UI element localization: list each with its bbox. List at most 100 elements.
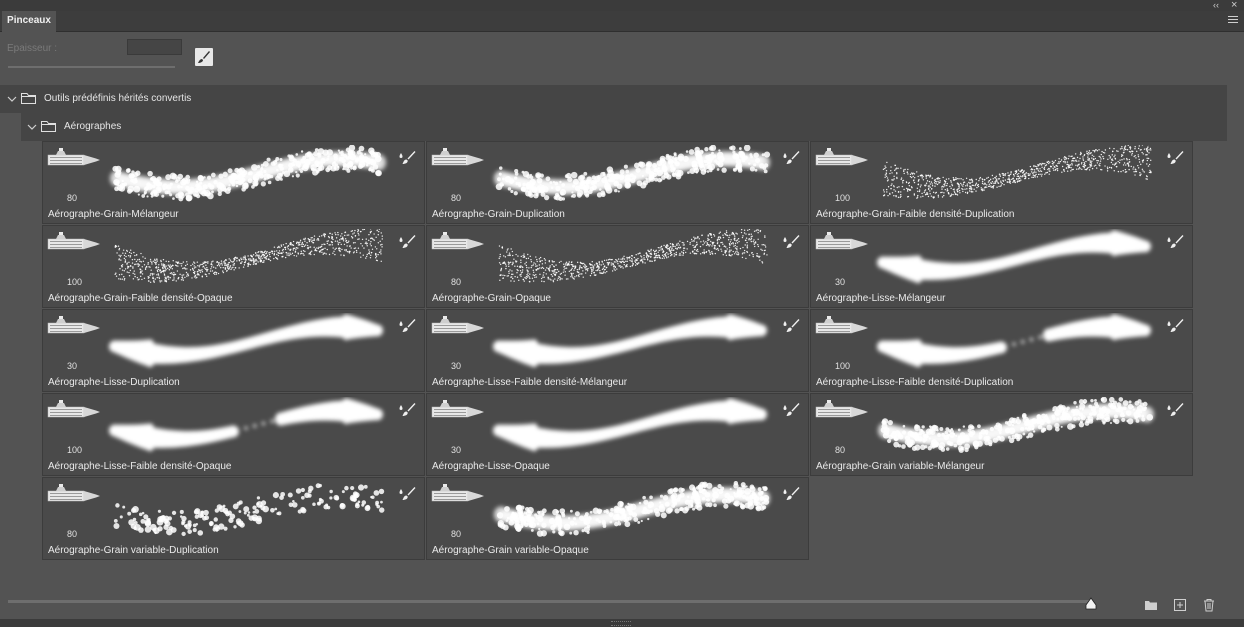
brush-stroke-preview [498, 229, 768, 283]
brush-size: 80 [451, 277, 462, 287]
brush-edit-button[interactable] [195, 48, 213, 66]
brush-name: Aérographe-Lisse-Faible densité-Opaque [48, 461, 232, 472]
brush-name: Aérographe-Grain-Mélangeur [48, 209, 179, 220]
size-label: Epaisseur : [7, 43, 58, 54]
paint-brush-icon [398, 402, 416, 418]
chevron-down-icon[interactable] [7, 94, 17, 104]
brush-name: Aérographe-Grain variable-Mélangeur [816, 461, 985, 472]
brush-size: 100 [835, 361, 851, 371]
paint-brush-icon [782, 318, 800, 334]
hamburger-menu-icon[interactable] [1228, 16, 1238, 25]
brush-preset-cell[interactable]: 30 Aérographe-Lisse-Faible densité-Mélang… [426, 309, 809, 392]
paint-brush-icon [1166, 318, 1184, 334]
paint-brush-icon [398, 318, 416, 334]
brush-size: 80 [451, 529, 462, 539]
brush-size: 80 [835, 445, 846, 455]
paint-brush-icon [398, 234, 416, 250]
thumbnail-size-slider[interactable] [8, 600, 1091, 603]
brush-stroke-preview [493, 398, 767, 452]
brush-preset-cell[interactable]: 80 Aérographe-Grain variable-Opaque [426, 477, 809, 560]
folder-icon [41, 121, 56, 132]
brush-preset-cell[interactable]: 80 Aérographe-Grain-Opaque [426, 225, 809, 308]
brush-grid: 80 Aérographe-Grain-Mélangeur 80 Aérographe… [42, 141, 1227, 562]
trash-icon[interactable] [1202, 598, 1216, 612]
brush-edit-icon [198, 51, 210, 63]
brush-stroke-preview [493, 314, 767, 368]
brush-size: 30 [451, 445, 462, 455]
brush-stroke-preview [109, 314, 383, 368]
size-slider[interactable] [8, 66, 175, 68]
airbrush-icon [430, 146, 486, 172]
brush-stroke-preview [494, 145, 771, 201]
paint-brush-icon [782, 234, 800, 250]
airbrush-icon [814, 146, 870, 172]
brush-name: Aérographe-Grain variable-Opaque [432, 545, 589, 556]
paint-brush-icon [1166, 150, 1184, 166]
airbrush-icon [430, 314, 486, 340]
slider-thumb[interactable] [1084, 597, 1098, 611]
brush-name: Aérographe-Lisse-Faible densité-Duplicat… [816, 377, 1014, 388]
brush-name: Aérographe-Grain-Opaque [432, 293, 551, 304]
folder-icon [21, 93, 36, 104]
brush-stroke-preview [109, 398, 383, 452]
paint-brush-icon [1166, 402, 1184, 418]
brush-name: Aérographe-Grain-Faible densité-Opaque [48, 293, 233, 304]
brush-size: 100 [67, 277, 83, 287]
double-chevron-icon[interactable]: ‹‹ [1213, 0, 1219, 11]
brush-preset-cell[interactable]: 100 Aérographe-Lisse-Faible densité-Opaqu… [42, 393, 425, 476]
brush-name: Aérographe-Grain-Faible densité-Duplicat… [816, 209, 1015, 220]
brush-preset-cell[interactable]: 80 Aérographe-Grain-Mélangeur [42, 141, 425, 224]
brush-name: Aérographe-Lisse-Duplication [48, 377, 180, 388]
group-row-legacy[interactable]: Outils prédéfinis hérités convertis [0, 85, 1227, 113]
brush-stroke-preview [877, 314, 1151, 368]
brush-name: Aérographe-Lisse-Opaque [432, 461, 550, 472]
brush-preset-cell[interactable]: 100 Aérographe-Lisse-Faible densité-Dupli… [810, 309, 1193, 392]
brush-size: 30 [67, 361, 78, 371]
airbrush-icon [430, 398, 486, 424]
new-brush-icon[interactable] [1173, 598, 1187, 612]
airbrush-icon [46, 146, 102, 172]
panel-tab-bar: Pinceaux [0, 11, 1244, 32]
brush-preset-cell[interactable]: 80 Aérographe-Grain variable-Mélangeur [810, 393, 1193, 476]
group-label: Outils prédéfinis hérités convertis [44, 93, 192, 104]
airbrush-icon [814, 314, 870, 340]
group-label: Aérographes [64, 121, 122, 132]
brush-preset-cell[interactable]: 30 Aérographe-Lisse-Mélangeur [810, 225, 1193, 308]
airbrush-icon [430, 482, 486, 508]
close-icon[interactable]: × [1231, 0, 1237, 11]
resize-grip[interactable] [611, 621, 631, 626]
brush-size: 30 [835, 277, 846, 287]
brush-stroke-preview [113, 483, 385, 537]
airbrush-icon [46, 230, 102, 256]
airbrush-icon [814, 398, 870, 424]
airbrush-icon [430, 230, 486, 256]
paint-brush-icon [398, 150, 416, 166]
brush-name: Aérographe-Lisse-Mélangeur [816, 293, 946, 304]
window-top-strip [0, 0, 1244, 11]
brush-preset-cell[interactable]: 100 Aérographe-Grain-Faible densité-Dupli… [810, 141, 1193, 224]
brush-name: Aérographe-Grain variable-Duplication [48, 545, 219, 556]
brush-preset-cell[interactable]: 80 Aérographe-Grain-Duplication [426, 141, 809, 224]
brush-preset-cell[interactable]: 80 Aérographe-Grain variable-Duplication [42, 477, 425, 560]
brush-stroke-preview [878, 397, 1154, 453]
brush-preset-cell[interactable]: 100 Aérographe-Grain-Faible densité-Opaqu… [42, 225, 425, 308]
brush-preset-cell[interactable]: 30 Aérographe-Lisse-Duplication [42, 309, 425, 392]
size-field[interactable] [127, 39, 182, 55]
paint-brush-icon [398, 486, 416, 502]
airbrush-icon [814, 230, 870, 256]
chevron-down-icon[interactable] [27, 122, 37, 132]
group-row-airbrush[interactable]: Aérographes [21, 113, 1227, 141]
brush-size: 30 [451, 361, 462, 371]
brush-size: 80 [451, 193, 462, 203]
brush-size: 80 [67, 193, 78, 203]
paint-brush-icon [782, 402, 800, 418]
paint-brush-icon [782, 150, 800, 166]
new-folder-icon[interactable] [1144, 598, 1158, 612]
brush-preset-cell[interactable]: 30 Aérographe-Lisse-Opaque [426, 393, 809, 476]
airbrush-icon [46, 482, 102, 508]
airbrush-icon [46, 314, 102, 340]
tab-pinceaux[interactable]: Pinceaux [2, 11, 56, 32]
brush-name: Aérographe-Grain-Duplication [432, 209, 565, 220]
brush-stroke-preview [110, 145, 386, 202]
paint-brush-icon [1166, 234, 1184, 250]
